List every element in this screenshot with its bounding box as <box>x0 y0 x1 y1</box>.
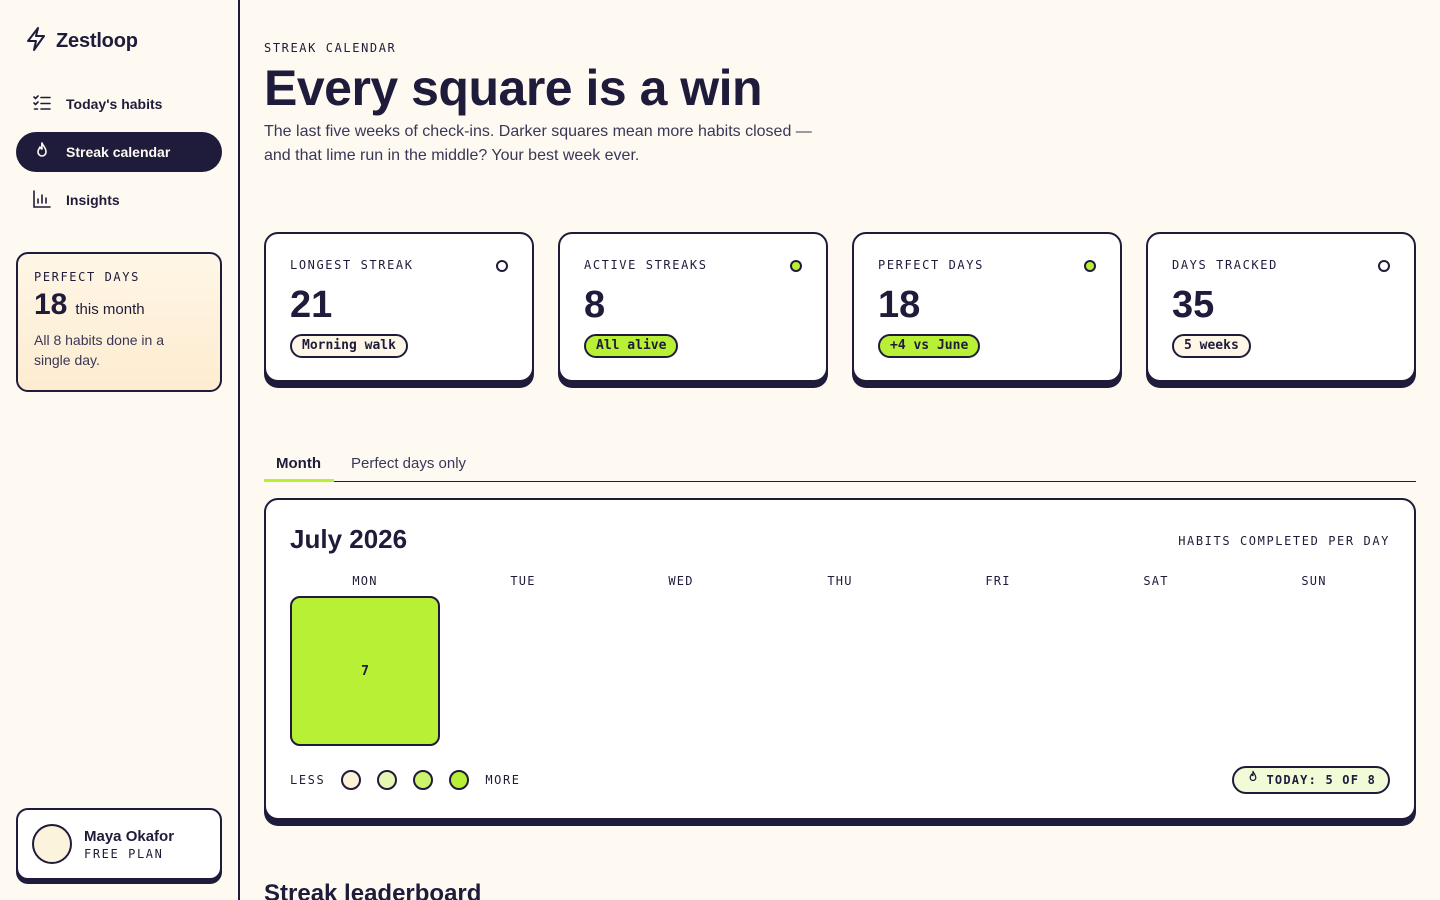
page-description: The last five weeks of check-ins. Darker… <box>264 123 812 164</box>
weekday-label: MON <box>352 574 378 588</box>
stat-badge: Morning walk <box>290 334 408 358</box>
stat-card-longest-streak: LONGEST STREAK 21 Morning walk <box>264 232 534 382</box>
brand-name: Zestloop <box>56 30 138 52</box>
legend-swatch <box>449 770 470 790</box>
page-eyebrow: STREAK CALENDAR <box>264 41 397 55</box>
weekday-label: SAT <box>1143 574 1169 588</box>
calendar-month-title: July 2026 <box>290 524 408 554</box>
perfect-days-suffix: this month <box>75 301 145 318</box>
avatar <box>32 824 72 864</box>
checklist-icon <box>32 93 52 116</box>
user-name: Maya Okafor <box>84 827 175 845</box>
stat-card-active-streaks: ACTIVE STREAKS 8 All alive <box>558 232 828 382</box>
stat-badge: +4 vs June <box>878 334 981 358</box>
flame-icon <box>32 141 52 164</box>
stat-value: 18 <box>878 284 921 326</box>
perfect-days-label: PERFECT DAYS <box>34 270 140 284</box>
page-title: Every square is a win <box>264 60 763 116</box>
perfect-days-value: 18 <box>34 288 68 321</box>
view-tabs: Month Perfect days only <box>264 446 1416 482</box>
weekday-label: TUE <box>510 574 536 588</box>
status-dot-icon <box>496 260 508 272</box>
sidebar-nav: Today's habits Streak calendar Insights <box>16 84 222 228</box>
stats-row: LONGEST STREAK 21 Morning walk ACTIVE ST… <box>264 232 1416 388</box>
weekday-label: WED <box>668 574 694 588</box>
stat-label: DAYS TRACKED <box>1172 258 1278 272</box>
legend-swatch <box>341 770 362 790</box>
brand[interactable]: Zestloop <box>24 26 138 57</box>
stat-badge: 5 weeks <box>1172 334 1251 358</box>
status-dot-icon <box>1084 260 1096 272</box>
status-dot-icon <box>1378 260 1390 272</box>
sidebar-item-label: Insights <box>66 192 120 208</box>
sidebar: Zestloop Today's habits Streak calendar <box>0 0 240 900</box>
sidebar-item-insights[interactable]: Insights <box>16 180 222 220</box>
today-progress-badge: TODAY: 5 OF 8 <box>1232 766 1390 794</box>
leaderboard-title: Streak leaderboard <box>264 880 482 900</box>
tab-month[interactable]: Month <box>264 446 334 482</box>
weekday-label: FRI <box>985 574 1011 588</box>
stat-value: 8 <box>584 284 606 326</box>
stat-badge: All alive <box>584 334 679 358</box>
calendar-day-cell[interactable]: 7 <box>290 596 440 746</box>
weekday-label: THU <box>827 574 853 588</box>
stat-value: 21 <box>290 284 333 326</box>
stat-label: LONGEST STREAK <box>290 258 414 272</box>
calendar-panel: July 2026 HABITS COMPLETED PER DAY MON T… <box>264 498 1416 820</box>
stat-label: ACTIVE STREAKS <box>584 258 708 272</box>
sidebar-item-label: Today's habits <box>66 96 163 112</box>
stat-card-perfect-days: PERFECT DAYS 18 +4 vs June <box>852 232 1122 382</box>
user-plan: FREE PLAN <box>84 846 164 861</box>
stat-label: PERFECT DAYS <box>878 258 984 272</box>
heat-legend: LESS MORE <box>290 770 521 790</box>
sidebar-item-todays-habits[interactable]: Today's habits <box>16 84 222 124</box>
flame-icon <box>1246 768 1260 792</box>
weekday-label: SUN <box>1301 574 1327 588</box>
user-card[interactable]: Maya Okafor FREE PLAN <box>16 808 222 880</box>
calendar-caption: HABITS COMPLETED PER DAY <box>1178 534 1390 548</box>
legend-more-label: MORE <box>485 773 521 787</box>
tab-perfect-days-only[interactable]: Perfect days only <box>339 446 478 482</box>
today-progress-text: TODAY: 5 OF 8 <box>1266 773 1376 787</box>
perfect-days-description: All 8 habits done in a single day. <box>34 332 164 368</box>
bar-chart-icon <box>32 189 52 212</box>
bolt-icon <box>24 26 48 57</box>
stat-card-days-tracked: DAYS TRACKED 35 5 weeks <box>1146 232 1416 382</box>
legend-swatch <box>413 770 434 790</box>
sidebar-item-label: Streak calendar <box>66 144 171 160</box>
status-dot-icon <box>790 260 802 272</box>
sidebar-item-streak-calendar[interactable]: Streak calendar <box>16 132 222 172</box>
perfect-days-card: PERFECT DAYS 18 this month All 8 habits … <box>16 252 222 392</box>
legend-less-label: LESS <box>290 773 326 787</box>
legend-swatch <box>377 770 398 790</box>
stat-value: 35 <box>1172 284 1215 326</box>
